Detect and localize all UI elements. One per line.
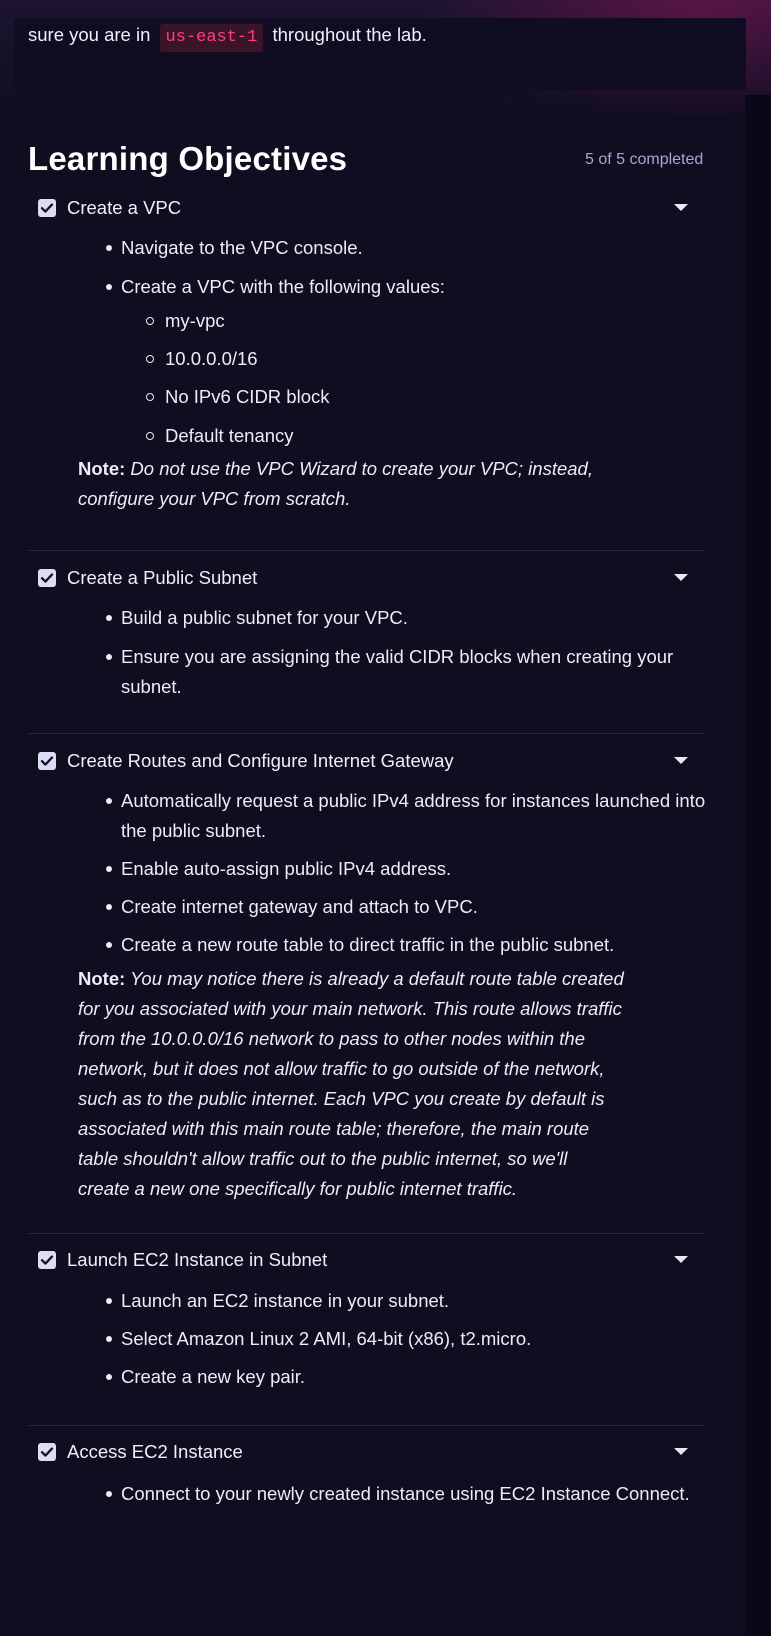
note-line: create a new one specifically for public… [78,1178,518,1199]
list-item: Create a new key pair. [106,1362,721,1392]
note-line: from the 10.0.0.0/16 network to pass to … [78,1028,585,1049]
learning-objectives-heading: Learning Objectives [28,140,348,177]
checkbox-checked[interactable] [38,199,56,217]
objective-header[interactable]: Access EC2 Instance [38,1440,243,1464]
sub-list-item: my-vpc [146,306,225,336]
objective-title: Create a VPC [67,197,182,218]
list-item: Create internet gateway and attach to VP… [106,892,721,922]
objective-header[interactable]: Launch EC2 Instance in Subnet [38,1248,327,1272]
note-line: You may notice there is already a defaul… [130,968,624,989]
divider [28,733,705,734]
list-item: Select Amazon Linux 2 AMI, 64-bit (x86),… [106,1324,721,1354]
note-line: network, but it does not allow traffic t… [78,1058,605,1079]
list-item: Create a VPC with the following values: [106,272,721,302]
checkbox-checked[interactable] [38,1251,56,1269]
objective-create-vpc[interactable]: Create a VPC [28,196,705,220]
note-line: configure your VPC from scratch. [78,488,351,509]
objective-create-public-subnet[interactable]: Create a Public Subnet [28,566,705,590]
list-item: Build a public subnet for your VPC. [106,603,721,633]
intro-text: sure you are in us-east-1 throughout the… [28,22,427,52]
list-item: Enable auto-assign public IPv4 address. [106,854,721,884]
region-code: us-east-1 [159,24,264,52]
note-line: such as to the public internet. Each VPC… [78,1088,605,1109]
intro-text-after: throughout the lab. [272,24,427,45]
checkbox-checked[interactable] [38,752,56,770]
objective-header[interactable]: Create Routes and Configure Internet Gat… [38,749,454,773]
objective-create-routes[interactable]: Create Routes and Configure Internet Gat… [28,749,705,773]
sub-list-item: Default tenancy [146,421,294,451]
objective-title: Launch EC2 Instance in Subnet [67,1249,328,1270]
objective-title: Access EC2 Instance [67,1441,243,1462]
checkmark-icon [40,1255,54,1265]
note-line: associated with this main route table; t… [78,1118,590,1139]
checkmark-icon [40,1447,54,1457]
chevron-down-icon[interactable] [674,1448,688,1455]
objective-launch-ec2[interactable]: Launch EC2 Instance in Subnet [28,1248,705,1272]
chevron-down-icon[interactable] [674,1256,688,1263]
divider [28,550,705,551]
objective-title: Create a Public Subnet [67,567,258,588]
completion-count: 5 of 5 completed [585,151,704,168]
scroll-gutter [745,95,771,1636]
checkmark-icon [40,203,54,213]
chevron-down-icon[interactable] [674,757,688,764]
checkmark-icon [40,756,54,766]
note-line: table shouldn't allow traffic out to the… [78,1148,568,1169]
objective-access-ec2[interactable]: Access EC2 Instance [28,1440,705,1464]
objective-header[interactable]: Create a VPC [38,196,181,220]
note: Note: You may notice there is already a … [78,964,693,1204]
note-line: Do not use the VPC Wizard to create your… [130,458,593,479]
note-line: for you associated with your main networ… [78,998,622,1019]
list-item: Connect to your newly created instance u… [106,1479,721,1509]
list-item: Create a new route table to direct traff… [106,930,741,960]
chevron-down-icon[interactable] [674,204,688,211]
list-item: Ensure you are assigning the valid CIDR … [106,642,721,702]
objective-header[interactable]: Create a Public Subnet [38,566,257,590]
divider [28,1425,705,1426]
list-item: Automatically request a public IPv4 addr… [106,786,721,846]
list-item: Launch an EC2 instance in your subnet. [106,1286,721,1316]
note-label: Note: [78,458,126,479]
intro-text-before: sure you are in [28,24,151,45]
list-item: Navigate to the VPC console. [106,233,721,263]
note: Note: Do not use the VPC Wizard to creat… [78,454,693,514]
objective-title: Create Routes and Configure Internet Gat… [67,750,454,771]
checkbox-checked[interactable] [38,569,56,587]
note-label: Note: [78,968,126,989]
sub-list-item: No IPv6 CIDR block [146,382,330,412]
checkmark-icon [40,573,54,583]
divider [28,1233,705,1234]
chevron-down-icon[interactable] [674,574,688,581]
checkbox-checked[interactable] [38,1443,56,1461]
sub-list-item: 10.0.0.0/16 [146,344,258,374]
